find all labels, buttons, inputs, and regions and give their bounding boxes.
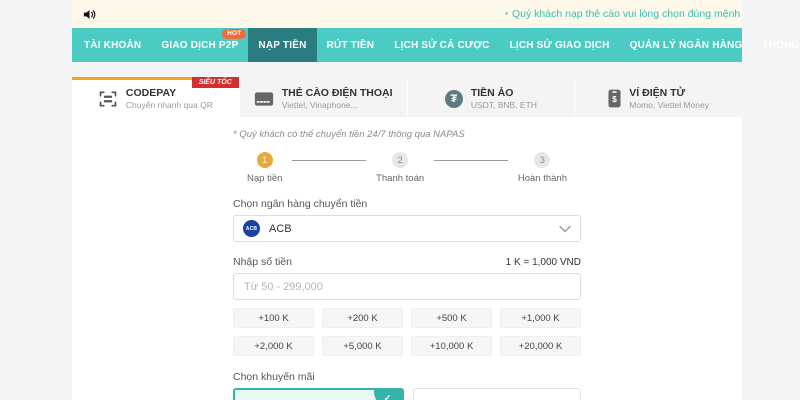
prepaid-card-icon bbox=[254, 91, 273, 106]
nav-item-tai-khoan[interactable]: TÀI KHOẢN bbox=[74, 28, 151, 62]
step-nap-tien: 1 Nạp tiền bbox=[247, 152, 282, 184]
selected-bank-name: ACB bbox=[269, 222, 292, 235]
tab-vi-dien-tu-title: VÍ ĐIỆN TỬ bbox=[629, 86, 686, 99]
promo-options: Hoàn trả vô tận 1.58% ✓ Khuyến mãi 100% … bbox=[233, 388, 581, 400]
quick-amount-200k[interactable]: +200 K bbox=[322, 308, 403, 328]
quick-amount-2000k[interactable]: +2,000 K bbox=[233, 336, 314, 356]
tab-the-cao[interactable]: THẺ CÀO ĐIỆN THOẠI Viettel, Vinaphone... bbox=[238, 77, 407, 117]
promo-option-khuyen-mai-100[interactable]: Khuyến mãi 100% giá trị nạp bbox=[412, 388, 581, 400]
nav-item-lich-su-ca-cuoc[interactable]: LỊCH SỬ CÁ CƯỢC bbox=[384, 28, 499, 62]
bank-select[interactable]: ACB ACB bbox=[233, 215, 581, 242]
step-1-circle: 1 bbox=[256, 152, 273, 168]
step-connector bbox=[434, 160, 508, 161]
nav-item-giao-dich-p2p[interactable]: GIAO DỊCH P2P HOT bbox=[151, 28, 248, 62]
promo-label: Chọn khuyến mãi bbox=[233, 371, 315, 383]
deposit-form: * Quý khách có thể chuyển tiền 24/7 thôn… bbox=[233, 117, 581, 400]
promo-option-hoan-tra[interactable]: Hoàn trả vô tận 1.58% ✓ bbox=[233, 388, 404, 400]
nav-item-nap-tien[interactable]: NẠP TIỀN bbox=[248, 28, 317, 62]
quick-amount-5000k[interactable]: +5,000 K bbox=[322, 336, 403, 356]
nav-item-thong-tin[interactable]: THÔNG TIN bbox=[752, 28, 800, 62]
tether-icon: ₮ bbox=[444, 89, 463, 108]
tab-tien-ao[interactable]: ₮ TIỀN ẢO USDT, BNB, ETH bbox=[406, 77, 575, 117]
speaker-icon bbox=[83, 9, 96, 19]
step-hoan-thanh: 3 Hoàn thành bbox=[518, 152, 567, 184]
announcement-bar: ▪ Quý khách nạp thẻ cào vui lòng chọn đún… bbox=[72, 0, 742, 28]
tab-the-cao-title: THẺ CÀO ĐIỆN THOẠI bbox=[281, 86, 393, 99]
nav-item-rut-tien[interactable]: RÚT TIỀN bbox=[317, 28, 385, 62]
step-connector bbox=[292, 160, 367, 161]
tab-the-cao-subtitle: Viettel, Vinaphone... bbox=[281, 99, 358, 110]
amount-input[interactable] bbox=[233, 273, 581, 300]
marquee-bullet-icon: ▪ bbox=[505, 9, 508, 18]
tab-codepay[interactable]: SIÊU TỐC CODEPAY Chuyển nhanh qua QR bbox=[72, 77, 239, 117]
step-thanh-toan: 2 Thanh toán bbox=[376, 152, 424, 184]
tab-tien-ao-title: TIỀN ẢO bbox=[470, 86, 514, 99]
step-3-label: Hoàn thành bbox=[517, 173, 567, 184]
hot-badge: HOT bbox=[222, 29, 247, 39]
step-2-circle: 2 bbox=[392, 152, 409, 168]
page: ▪ Quý khách nạp thẻ cào vui lòng chọn đún… bbox=[72, 0, 800, 400]
sieutoc-badge: SIÊU TỐC bbox=[191, 77, 239, 88]
nav-item-lich-su-giao-dich[interactable]: LỊCH SỬ GIAO DỊCH bbox=[500, 28, 620, 62]
step-3-circle: 3 bbox=[534, 152, 551, 168]
tab-tien-ao-subtitle: USDT, BNB, ETH bbox=[470, 99, 537, 110]
deposit-card: SIÊU TỐC CODEPAY Chuyển nhanh qua QR THẺ… bbox=[72, 77, 742, 400]
tab-codepay-title: CODEPAY bbox=[125, 86, 177, 99]
quick-amount-1000k[interactable]: +1,000 K bbox=[500, 308, 581, 328]
acb-bank-logo: ACB bbox=[243, 220, 260, 237]
announcement-marquee: ▪ Quý khách nạp thẻ cào vui lòng chọn đún… bbox=[505, 0, 742, 28]
check-icon: ✓ bbox=[373, 390, 402, 400]
payment-method-tabs: SIÊU TỐC CODEPAY Chuyển nhanh qua QR THẺ… bbox=[72, 77, 742, 117]
amount-label: Nhập số tiền bbox=[233, 256, 292, 268]
quick-amounts: +100 K +200 K +500 K +1,000 K +2,000 K +… bbox=[233, 308, 581, 356]
step-2-label: Thanh toán bbox=[376, 173, 425, 184]
quick-amount-500k[interactable]: +500 K bbox=[411, 308, 492, 328]
quick-amount-10000k[interactable]: +10,000 K bbox=[411, 336, 492, 356]
step-1-label: Nạp tiền bbox=[247, 173, 283, 184]
tab-vi-dien-tu[interactable]: $ VÍ ĐIỆN TỬ Momo, Viettel Money bbox=[574, 77, 742, 117]
bank-select-label: Chọn ngân hàng chuyển tiền bbox=[233, 198, 368, 210]
main-nav: TÀI KHOẢN GIAO DỊCH P2P HOT NẠP TIỀN RÚT… bbox=[72, 28, 800, 62]
chevron-down-icon bbox=[559, 225, 571, 232]
marquee-text: Quý khách nạp thẻ cào vui lòng chọn đúng… bbox=[512, 8, 742, 20]
progress-steps: 1 Nạp tiền 2 Thanh toán 3 Hoàn thành bbox=[233, 152, 581, 184]
quick-amount-100k[interactable]: +100 K bbox=[233, 308, 314, 328]
nav-item-quan-ly-ngan-hang[interactable]: QUẢN LÝ NGÂN HÀNG bbox=[620, 28, 753, 62]
e-wallet-icon: $ bbox=[608, 89, 621, 108]
quick-amount-20000k[interactable]: +20,000 K bbox=[500, 336, 581, 356]
svg-text:$: $ bbox=[612, 94, 617, 104]
tab-codepay-subtitle: Chuyển nhanh qua QR bbox=[125, 99, 213, 110]
tab-vi-dien-tu-subtitle: Momo, Viettel Money bbox=[629, 99, 709, 110]
exchange-rate: 1 K = 1,000 VND bbox=[505, 257, 581, 268]
napas-note: * Quý khách có thể chuyển tiền 24/7 thôn… bbox=[233, 129, 465, 140]
qr-scan-icon bbox=[99, 91, 117, 106]
